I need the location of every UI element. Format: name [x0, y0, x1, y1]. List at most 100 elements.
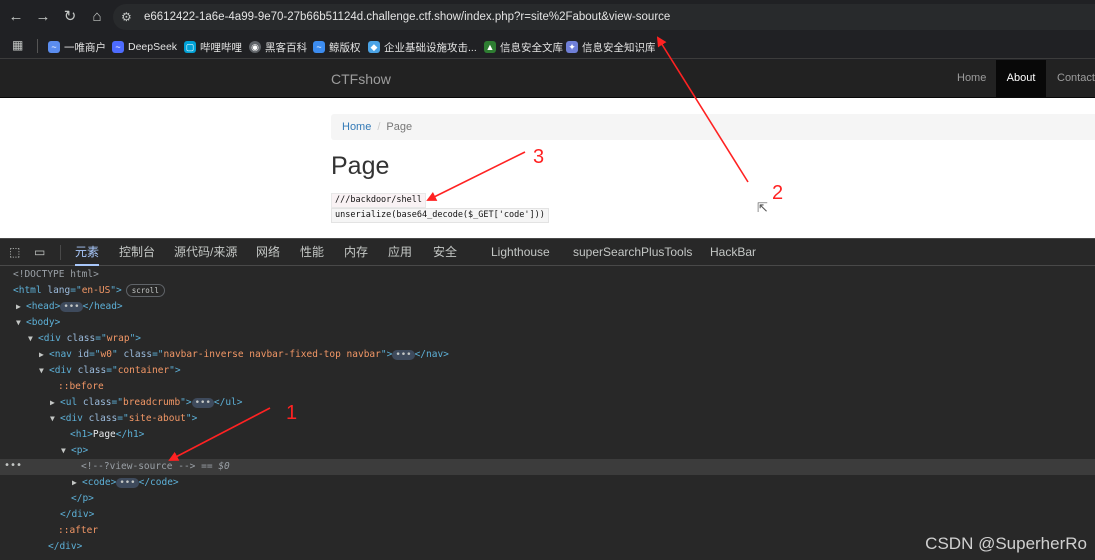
- site-brand[interactable]: CTFshow: [331, 71, 391, 87]
- collapse-triangle-icon[interactable]: ▼: [28, 331, 36, 347]
- antchain-icon: ~: [48, 41, 60, 53]
- dom-dollar-ref: $0: [218, 461, 230, 472]
- dom-html-tag: <html lang="en-US"> scroll: [13, 283, 165, 299]
- inspect-element-icon[interactable]: ⬚: [9, 245, 20, 259]
- expand-triangle-icon[interactable]: ▶: [16, 299, 24, 315]
- php-code-snippet: unserialize(base64_decode($_GET['code'])…: [331, 208, 549, 223]
- bookmark-label: 一唯商户: [64, 41, 106, 54]
- page-title: Page: [331, 152, 390, 180]
- address-bar[interactable]: ⚙ e6612422-1a6e-4a99-9e70-27b66b51124d.c…: [113, 4, 1095, 30]
- bookmark-item[interactable]: ~ 一唯商户: [48, 38, 106, 56]
- annotation-number-2: 2: [772, 182, 784, 204]
- tab-network[interactable]: 网络: [256, 239, 280, 266]
- dom-code-tag: <code> ••• </code>: [82, 477, 179, 488]
- badge-icon: ✦: [566, 41, 578, 53]
- url-text[interactable]: e6612422-1a6e-4a99-9e70-27b66b51124d.cha…: [144, 9, 670, 25]
- dom-node[interactable]: ▼ <p>: [0, 443, 1095, 459]
- dom-eq-marker: ==: [201, 461, 213, 472]
- bookmark-label: DeepSeek: [128, 41, 178, 53]
- expand-triangle-icon[interactable]: ▶: [72, 475, 80, 491]
- nav-item-home[interactable]: Home: [947, 60, 996, 97]
- dom-node[interactable]: <html lang="en-US"> scroll: [0, 283, 1095, 299]
- bookmark-item[interactable]: ▢ 哔哩哔哩: [184, 38, 242, 56]
- dom-node-selected[interactable]: ••• <!--?view-source --> == $0: [0, 459, 1095, 475]
- site-navbar: CTFshow Home About Contact: [0, 60, 1095, 98]
- expand-triangle-icon[interactable]: ▶: [39, 347, 47, 363]
- dom-node[interactable]: </div>: [0, 507, 1095, 523]
- dom-node[interactable]: ▶ <code> ••• </code>: [0, 475, 1095, 491]
- bilibili-tv-icon: ▢: [184, 41, 196, 53]
- ellipsis-icon[interactable]: •••: [191, 397, 214, 408]
- dom-p-tag: <p>: [71, 445, 89, 456]
- ellipsis-icon[interactable]: •••: [60, 301, 83, 312]
- home-icon[interactable]: ⌂: [86, 6, 108, 28]
- tab-application[interactable]: 应用: [388, 239, 412, 266]
- scroll-badge[interactable]: scroll: [125, 284, 165, 297]
- tab-sources[interactable]: 源代码/来源: [174, 239, 237, 266]
- tab-security[interactable]: 安全: [433, 239, 457, 266]
- dom-pseudo-after: ::after: [58, 525, 99, 536]
- bookmark-item[interactable]: ◆ 企业基础设施攻击...: [368, 38, 477, 56]
- devtools-panel: ⬚ ▭ 元素 控制台 源代码/来源 网络 性能 内存 应用 安全 Lightho…: [0, 238, 1095, 560]
- dom-node[interactable]: <!DOCTYPE html>: [0, 267, 1095, 283]
- dom-comment-text: <!--?view-source -->: [81, 461, 196, 472]
- bookmark-item[interactable]: ✦ 信息安全知识库: [566, 38, 656, 56]
- globe-icon: ◉: [249, 41, 261, 53]
- bookmark-item[interactable]: ▲ 信息安全文库: [484, 38, 563, 56]
- ellipsis-icon[interactable]: •••: [116, 477, 139, 488]
- tab-supersearchplustools[interactable]: superSearchPlusTools: [573, 239, 692, 266]
- tab-hackbar[interactable]: HackBar: [710, 239, 756, 266]
- nav-item-contact[interactable]: Contact: [1047, 60, 1095, 97]
- reload-icon[interactable]: ↻: [59, 6, 81, 28]
- attr-value: wrap: [106, 333, 130, 344]
- dom-h1-tag: <h1>Page</h1>: [70, 429, 145, 440]
- attr-value: container: [117, 365, 170, 376]
- annotation-number-1: 1: [286, 402, 298, 424]
- bookmarks-bar: ▦ ~ 一唯商户 ~ DeepSeek ▢ 哔哩哔哩 ◉ 黑客百科 ~ 鲸版权 …: [0, 34, 1095, 59]
- forward-arrow-icon[interactable]: →: [32, 6, 54, 28]
- bookmark-item[interactable]: ◉ 黑客百科: [249, 38, 307, 56]
- attr-value: w0: [100, 349, 112, 360]
- nav-item-about[interactable]: About: [996, 60, 1046, 97]
- collapse-triangle-icon[interactable]: ▼: [16, 315, 24, 331]
- tab-console[interactable]: 控制台: [119, 239, 155, 266]
- dom-node[interactable]: </p>: [0, 491, 1095, 507]
- collapse-triangle-icon[interactable]: ▼: [61, 443, 69, 459]
- collapse-triangle-icon[interactable]: ▼: [39, 363, 47, 379]
- tab-elements[interactable]: 元素: [75, 239, 100, 266]
- dom-node[interactable]: ▼ <div class="site-about">: [0, 411, 1095, 427]
- back-arrow-icon[interactable]: ←: [5, 6, 27, 28]
- more-options-icon[interactable]: •••: [4, 459, 22, 473]
- tab-performance[interactable]: 性能: [300, 239, 324, 266]
- dom-node[interactable]: ::before: [0, 379, 1095, 395]
- dom-div-wrap: <div class="wrap">: [38, 333, 142, 344]
- dom-node[interactable]: ▶ <ul class="breadcrumb"> ••• </ul>: [0, 395, 1095, 411]
- tab-lighthouse[interactable]: Lighthouse: [491, 239, 550, 266]
- browser-toolbar: ← → ↻ ⌂ ⚙ e6612422-1a6e-4a99-9e70-27b66b…: [0, 0, 1095, 34]
- dom-p-close: </p>: [71, 493, 94, 504]
- ellipsis-icon[interactable]: •••: [392, 349, 415, 360]
- apps-grid-icon[interactable]: ▦: [12, 38, 23, 52]
- device-toolbar-icon[interactable]: ▭: [34, 245, 45, 259]
- tab-memory[interactable]: 内存: [344, 239, 368, 266]
- bookmark-label: 哔哩哔哩: [200, 41, 242, 54]
- bookmarks-divider: [37, 39, 38, 53]
- dom-node[interactable]: <h1>Page</h1>: [0, 427, 1095, 443]
- dom-node[interactable]: ▼ <div class="wrap">: [0, 331, 1095, 347]
- dom-doctype: <!DOCTYPE html>: [13, 269, 99, 280]
- dom-div-container: <div class="container">: [49, 365, 181, 376]
- dom-node[interactable]: ▶ <nav id="w0" class="navbar-inverse nav…: [0, 347, 1095, 363]
- breadcrumb-home-link[interactable]: Home: [342, 121, 371, 133]
- expand-triangle-icon[interactable]: ▶: [50, 395, 58, 411]
- dom-node[interactable]: ▼ <body>: [0, 315, 1095, 331]
- dom-pseudo-before: ::before: [58, 381, 104, 392]
- bookmark-item[interactable]: ~ 鲸版权: [313, 38, 361, 56]
- dom-div-site-about: <div class="site-about">: [60, 413, 198, 424]
- dom-node[interactable]: ▼ <div class="container">: [0, 363, 1095, 379]
- backdoor-comment-code: ///backdoor/shell: [331, 193, 426, 208]
- dom-node[interactable]: ▶ <head> ••• </head>: [0, 299, 1095, 315]
- site-info-icon[interactable]: ⚙: [121, 8, 132, 26]
- collapse-triangle-icon[interactable]: ▼: [50, 411, 58, 427]
- mouse-cursor-icon: ⇱: [757, 200, 768, 215]
- bookmark-item[interactable]: ~ DeepSeek: [112, 38, 177, 56]
